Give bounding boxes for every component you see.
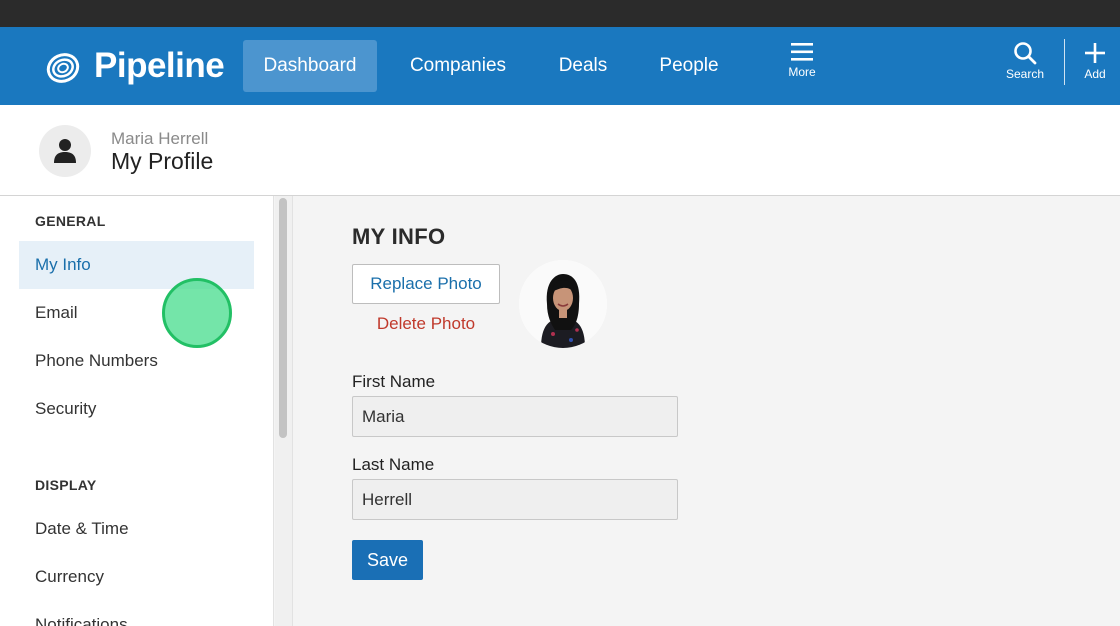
hamburger-menu-icon bbox=[791, 43, 813, 61]
tab-deals[interactable]: Deals bbox=[540, 40, 626, 92]
tab-dashboard[interactable]: Dashboard bbox=[243, 40, 377, 92]
more-menu-button[interactable]: More bbox=[776, 41, 828, 93]
profile-photo bbox=[519, 260, 607, 348]
first-name-input[interactable] bbox=[352, 396, 678, 437]
more-label: More bbox=[788, 65, 816, 79]
search-icon bbox=[1014, 42, 1037, 65]
settings-sidebar: GENERAL My Info Email Phone Numbers Secu… bbox=[0, 196, 274, 626]
plus-icon bbox=[1085, 43, 1105, 63]
pipeline-logo-icon bbox=[46, 53, 80, 83]
tab-companies[interactable]: Companies bbox=[396, 40, 520, 92]
page-title: My Profile bbox=[111, 148, 214, 174]
add-label: Add bbox=[1084, 67, 1106, 81]
sidebar-item-security[interactable]: Security bbox=[19, 385, 254, 433]
add-button[interactable]: Add bbox=[1074, 41, 1116, 93]
brand-logo[interactable]: Pipeline bbox=[44, 46, 225, 86]
sidebar-item-phone-numbers[interactable]: Phone Numbers bbox=[19, 337, 254, 385]
main-content: MY INFO Replace Photo Delete Photo First… bbox=[294, 196, 1120, 626]
nav-divider bbox=[1064, 39, 1065, 85]
profile-header: Maria Herrell My Profile bbox=[0, 105, 1120, 196]
search-button[interactable]: Search bbox=[999, 41, 1051, 93]
tab-people[interactable]: People bbox=[646, 40, 732, 92]
sidebar-item-currency[interactable]: Currency bbox=[19, 553, 254, 601]
profile-photo-image bbox=[519, 260, 607, 348]
sidebar-item-email[interactable]: Email bbox=[19, 289, 254, 337]
section-title: MY INFO bbox=[352, 224, 446, 249]
sidebar-item-date-time[interactable]: Date & Time bbox=[19, 505, 254, 553]
first-name-label: First Name bbox=[352, 372, 436, 391]
replace-photo-button[interactable]: Replace Photo bbox=[352, 264, 500, 304]
scrollbar-thumb[interactable] bbox=[279, 198, 287, 438]
avatar bbox=[39, 125, 91, 177]
header-user-name: Maria Herrell bbox=[111, 129, 209, 148]
last-name-label: Last Name bbox=[352, 455, 435, 474]
brand-name: Pipeline bbox=[94, 46, 225, 85]
sidebar-section-general: GENERAL bbox=[35, 213, 106, 229]
last-name-input[interactable] bbox=[352, 479, 678, 520]
delete-photo-link[interactable]: Delete Photo bbox=[352, 314, 500, 334]
sidebar-item-notifications[interactable]: Notifications bbox=[19, 601, 254, 626]
sidebar-item-my-info[interactable]: My Info bbox=[19, 241, 254, 289]
top-status-strip bbox=[0, 0, 1120, 27]
top-navbar: Pipeline Dashboard Companies Deals Peopl… bbox=[0, 27, 1120, 105]
save-button[interactable]: Save bbox=[352, 540, 423, 580]
sidebar-section-display: DISPLAY bbox=[35, 477, 97, 493]
sidebar-scrollbar[interactable] bbox=[275, 196, 293, 626]
user-silhouette-icon bbox=[54, 139, 76, 163]
search-label: Search bbox=[1005, 67, 1045, 81]
